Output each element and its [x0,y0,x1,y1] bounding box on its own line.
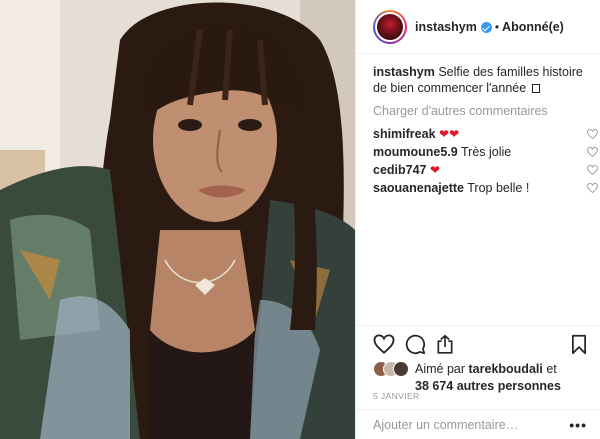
story-ring[interactable] [373,9,407,44]
caption-username[interactable]: instashym [373,65,435,79]
unknown-emoji-box [531,84,540,93]
comment-text: Trop belle ! [467,181,530,195]
post-caption: instashym Selfie des familles histoire d… [373,64,588,96]
selfie-image [0,0,355,439]
heart-outline-icon[interactable] [587,165,598,175]
comment-text: ❤❤ [439,127,460,141]
post-header: instashym • Abonné(e) [356,0,600,54]
share-icon[interactable] [435,334,455,355]
likes-text: Aimé par tarekboudali et 38 674 autres p… [415,361,561,395]
comment-item: saouanenajette Trop belle ! [373,179,598,197]
heart-outline-icon[interactable] [373,334,395,354]
comment-username[interactable]: saouanenajette [373,181,464,195]
post-footer: Aimé par tarekboudali et 38 674 autres p… [356,325,600,439]
likes-summary: Aimé par tarekboudali et 38 674 autres p… [373,361,561,395]
likes-prefix: Aimé par [415,362,466,376]
load-more-comments-link[interactable]: Charger d'autres commentaires [373,104,588,118]
heart-outline-icon[interactable] [587,183,598,193]
action-bar [373,334,587,360]
comment-item: cedib747 ❤ [373,161,598,179]
more-options-icon[interactable]: ••• [569,417,587,433]
post-photo[interactable] [0,0,355,439]
heart-outline-icon[interactable] [587,147,598,157]
post-sidebar: instashym • Abonné(e) instashym Selfie d… [355,0,600,439]
post-date[interactable]: 5 JANVIER [373,391,420,401]
likes-count[interactable]: 38 674 autres personnes [415,379,561,393]
comment-text: ❤ [430,163,441,177]
add-comment-bar: ••• [356,409,600,439]
separator-dot: • [494,19,500,34]
comment-username[interactable]: shimifreak [373,127,436,141]
bookmark-icon[interactable] [571,334,587,355]
comments-section: instashym Selfie des familles histoire d… [373,64,598,197]
follow-status-button[interactable]: Abonné(e) [502,20,564,34]
instagram-post: instashym • Abonné(e) instashym Selfie d… [0,0,600,439]
comment-item: moumoune5.9 Très jolie [373,143,598,161]
liker-avatars[interactable] [373,361,413,379]
comment-username[interactable]: moumoune5.9 [373,145,458,159]
liker-username[interactable]: tarekboudali [469,362,543,376]
avatar[interactable] [375,11,405,42]
comment-text: Très jolie [461,145,512,159]
heart-outline-icon[interactable] [587,129,598,139]
comment-username[interactable]: cedib747 [373,163,427,177]
likes-connector: et [546,362,557,376]
verified-badge-icon [480,22,492,33]
comment-input[interactable] [373,418,563,432]
comment-item: shimifreak ❤❤ [373,125,598,143]
post-author-username[interactable]: instashym [415,20,477,34]
avatar [393,361,409,377]
speech-bubble-icon[interactable] [405,334,426,355]
